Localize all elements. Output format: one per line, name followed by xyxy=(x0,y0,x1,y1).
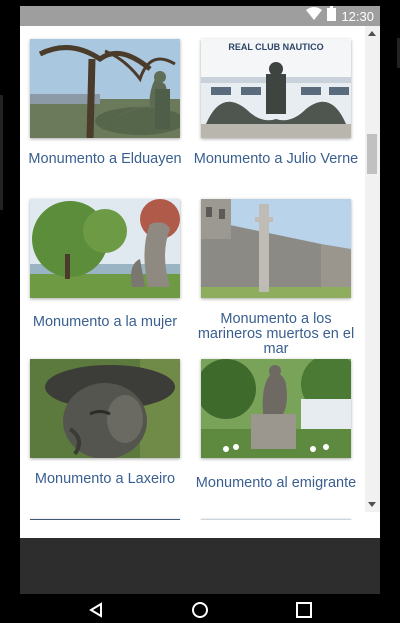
vertical-scrollbar[interactable] xyxy=(365,26,380,512)
wifi-icon xyxy=(306,7,323,25)
status-bar: 12:30 xyxy=(20,6,380,26)
monument-title[interactable]: Monumento a los marineros muertos en el … xyxy=(191,312,361,357)
sign-text: REAL CLUB NAUTICO xyxy=(228,42,323,52)
monument-grid-view[interactable]: Monumento a Elduayen REAL CLUB NAUTICO M… xyxy=(20,26,380,520)
monument-photo-marineros[interactable] xyxy=(201,199,351,298)
monument-photo-mujer[interactable] xyxy=(30,199,180,298)
monument-title[interactable]: Monumento a Elduayen xyxy=(20,152,190,167)
monument-photo-julio-verne[interactable]: REAL CLUB NAUTICO xyxy=(201,39,351,138)
battery-icon xyxy=(327,6,337,26)
recents-icon[interactable] xyxy=(296,602,312,623)
home-icon[interactable] xyxy=(192,602,208,623)
scroll-down-icon[interactable] xyxy=(368,502,376,507)
status-time: 12:30 xyxy=(341,8,374,24)
volume-button xyxy=(0,95,3,210)
monument-title[interactable]: Monumento a Laxeiro xyxy=(20,472,190,487)
monument-photo-laxeiro[interactable] xyxy=(30,359,180,458)
content-bottom-margin xyxy=(20,520,380,538)
monument-title[interactable]: Monumento a la mujer xyxy=(20,315,190,330)
bottom-panel xyxy=(20,538,380,594)
monument-title[interactable]: Monumento a Julio Verne xyxy=(191,152,361,167)
device-frame-left xyxy=(0,0,20,623)
back-icon[interactable] xyxy=(88,602,104,623)
scroll-up-icon[interactable] xyxy=(368,31,376,36)
vertical-scroll-thumb[interactable] xyxy=(367,134,377,174)
device-frame-right xyxy=(380,0,400,623)
monument-photo-elduayen[interactable] xyxy=(30,39,180,138)
monument-photo-emigrante[interactable] xyxy=(201,359,351,458)
navigation-bar xyxy=(20,594,380,623)
monument-title[interactable]: Monumento al emigrante xyxy=(191,476,361,491)
